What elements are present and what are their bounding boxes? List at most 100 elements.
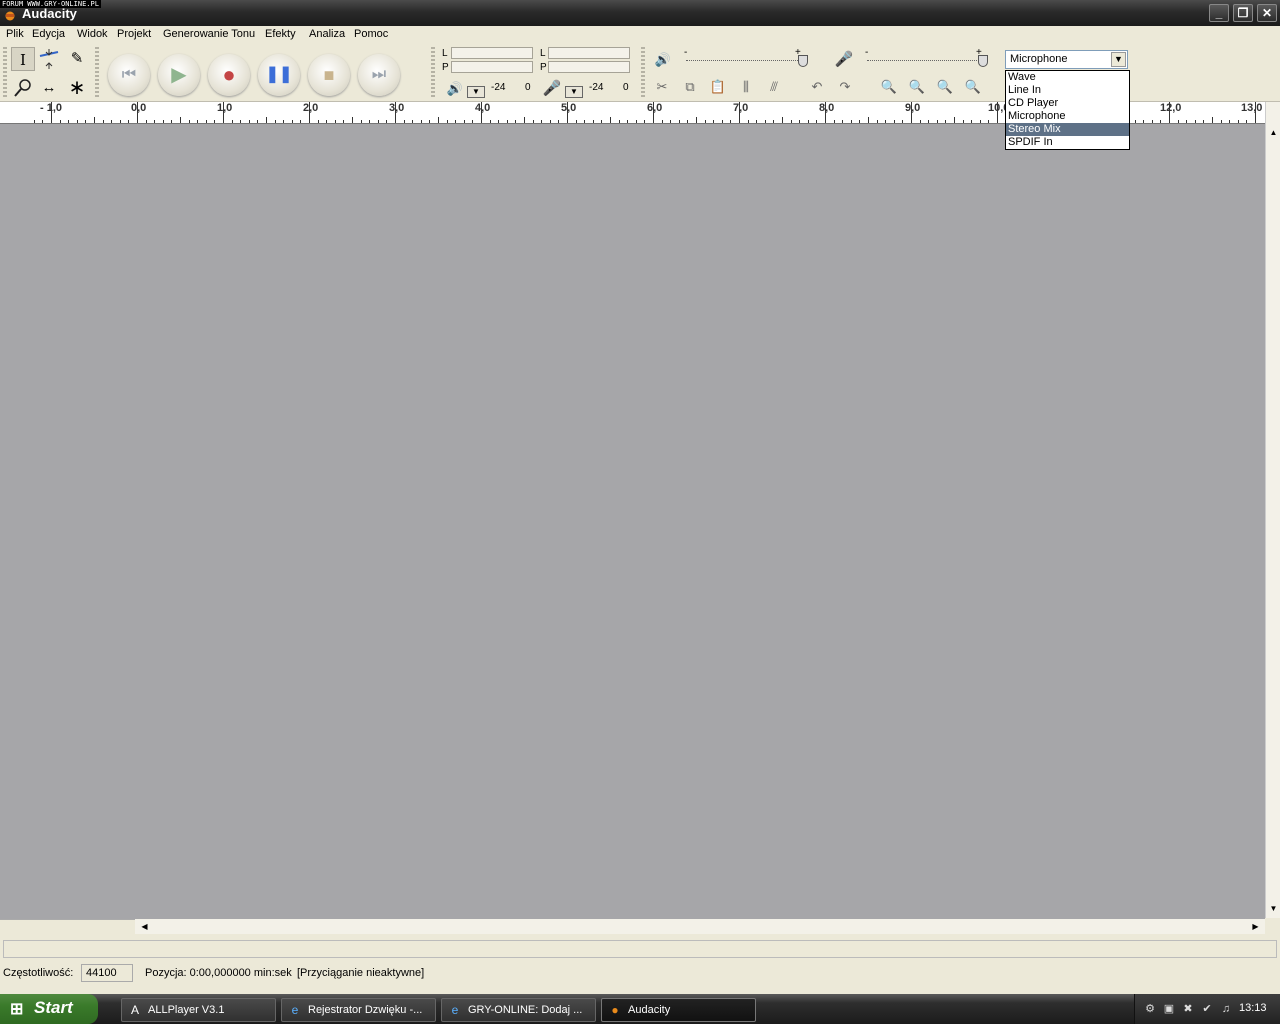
ruler-tick	[1246, 120, 1248, 123]
close-button[interactable]: ✕	[1257, 4, 1277, 22]
clock: 13:13	[1239, 1002, 1267, 1014]
menu-plik[interactable]: Plik	[6, 28, 24, 40]
silence-icon[interactable]: ⫻	[763, 76, 785, 98]
chevron-down-icon[interactable]: ▼	[1111, 52, 1126, 67]
input-device-select[interactable]: Microphone ▼	[1005, 50, 1128, 69]
ruler-tick	[635, 120, 637, 123]
scroll-down-icon[interactable]: ▼	[1266, 901, 1280, 916]
input-volume-thumb[interactable]	[978, 55, 988, 67]
input-device-option[interactable]: SPDIF In	[1006, 136, 1129, 149]
pause-button[interactable]: ❚❚	[258, 54, 300, 96]
scroll-up-icon[interactable]: ▲	[1266, 125, 1280, 140]
skip-start-button[interactable]: ⏮	[108, 54, 150, 96]
taskbar-button-audacity[interactable]: ● Audacity	[601, 998, 756, 1022]
menu-efekty[interactable]: Efekty	[265, 28, 296, 40]
horizontal-scrollbar[interactable]: ◀ ▶	[135, 919, 1265, 934]
play-meter-scale-high: 0	[525, 82, 531, 93]
output-volume-track[interactable]	[686, 60, 802, 61]
volume-icon[interactable]: ♫	[1219, 1002, 1233, 1016]
menu-projekt[interactable]: Projekt	[117, 28, 151, 40]
multi-tool-button[interactable]: ∗	[65, 76, 89, 100]
ruler-tick	[257, 120, 259, 123]
vertical-scrollbar[interactable]: ▲ ▼	[1265, 102, 1280, 918]
taskbar-button-gry-online[interactable]: e GRY-ONLINE: Dodaj ...	[441, 998, 596, 1022]
ruler-tick	[231, 120, 233, 123]
zoom-out-icon[interactable]: 🔍	[906, 76, 928, 98]
ruler-tick	[395, 102, 396, 123]
output-volume-thumb[interactable]	[798, 55, 808, 67]
safely-remove-icon[interactable]: ✔	[1200, 1002, 1214, 1016]
select-tool-icon: I	[20, 51, 26, 69]
toolbar-grip[interactable]	[3, 47, 7, 99]
timeshift-tool-button[interactable]: ↔	[37, 76, 61, 100]
input-device-option-highlighted[interactable]: Stereo Mix	[1006, 123, 1129, 136]
meter-rec-left-label: L	[540, 48, 546, 59]
menu-pomoc[interactable]: Pomoc	[354, 28, 388, 40]
cut-icon[interactable]: ✂	[651, 76, 673, 98]
zoom-tool-button[interactable]	[11, 76, 35, 100]
select-tool-button[interactable]: I	[11, 47, 35, 71]
scroll-right-icon[interactable]: ▶	[1248, 919, 1263, 934]
menu-generowanie-tonu[interactable]: Generowanie Tonu	[163, 28, 255, 40]
ruler-tick	[764, 120, 766, 123]
ruler-tick	[979, 120, 981, 123]
play-button[interactable]: ▶	[158, 54, 200, 96]
ruler-tick	[1203, 120, 1205, 123]
menu-analiza[interactable]: Analiza	[309, 28, 345, 40]
ruler-label: 2,0	[303, 102, 319, 114]
ruler-tick	[102, 120, 104, 123]
fit-project-icon[interactable]: 🔍	[962, 76, 984, 98]
scroll-left-icon[interactable]: ◀	[137, 919, 152, 934]
skip-end-button[interactable]: ⏭	[358, 54, 400, 96]
toolbar-grip[interactable]	[95, 47, 99, 99]
envelope-tool-button[interactable]	[37, 47, 61, 71]
redo-icon[interactable]: ↷	[834, 76, 856, 98]
draw-tool-button[interactable]: ✎	[65, 47, 89, 71]
stop-button[interactable]: ■	[308, 54, 350, 96]
ruler-tick	[343, 120, 345, 123]
input-device-option[interactable]: CD Player	[1006, 97, 1129, 110]
ruler-tick	[532, 120, 534, 123]
paste-icon[interactable]: 📋	[707, 76, 729, 98]
ruler-tick	[790, 120, 792, 123]
rate-field[interactable]: 44100	[81, 964, 133, 982]
input-volume-min-label: -	[865, 47, 869, 58]
ruler-tick	[549, 120, 551, 123]
start-button[interactable]: ⊞ Start	[0, 994, 98, 1024]
fraps-icon[interactable]: ▣	[1162, 1002, 1176, 1016]
skip-end-icon: ⏭	[371, 66, 387, 83]
title-bar[interactable]: Audacity _ ❐ ✕	[0, 0, 1280, 26]
menu-widok[interactable]: Widok	[77, 28, 108, 40]
track-panel[interactable]	[0, 124, 1265, 919]
rec-meter-menu-button[interactable]: ▼	[565, 86, 583, 98]
ruler-tick	[369, 120, 371, 123]
stop-icon: ■	[323, 65, 335, 85]
toolbar-grip[interactable]	[641, 47, 645, 99]
toolbar-grip[interactable]	[431, 47, 435, 99]
fit-selection-icon[interactable]: 🔍	[934, 76, 956, 98]
ruler-label: 1,0	[217, 102, 233, 114]
input-device-option[interactable]: Line In	[1006, 84, 1129, 97]
multi-tool-icon: ∗	[68, 77, 86, 99]
network-icon[interactable]: ✖	[1181, 1002, 1195, 1016]
record-button[interactable]: ●	[208, 54, 250, 96]
taskbar-button-allplayer[interactable]: A ALLPlayer V3.1	[121, 998, 276, 1022]
steam-icon[interactable]: ⚙	[1143, 1002, 1157, 1016]
input-device-option[interactable]: Microphone	[1006, 110, 1129, 123]
play-meter-menu-button[interactable]: ▼	[467, 86, 485, 98]
minimize-button[interactable]: _	[1209, 4, 1229, 22]
restore-button[interactable]: ❐	[1233, 4, 1253, 22]
ruler-label: 12,0	[1160, 102, 1182, 114]
input-device-option[interactable]: Wave	[1006, 71, 1129, 84]
undo-icon[interactable]: ↶	[806, 76, 828, 98]
menu-edycja[interactable]: Edycja	[32, 28, 65, 40]
taskbar-button-rejestrator[interactable]: e Rejestrator Dzwięku -...	[281, 998, 436, 1022]
ruler-tick	[42, 120, 44, 123]
input-volume-track[interactable]	[867, 60, 983, 61]
ruler-tick	[1255, 102, 1256, 123]
copy-icon[interactable]: ⧉	[679, 76, 701, 98]
volume-min-label: -	[684, 47, 688, 58]
zoom-in-icon[interactable]: 🔍	[878, 76, 900, 98]
ruler-tick	[644, 120, 646, 123]
trim-icon[interactable]: ⫼	[735, 76, 757, 98]
